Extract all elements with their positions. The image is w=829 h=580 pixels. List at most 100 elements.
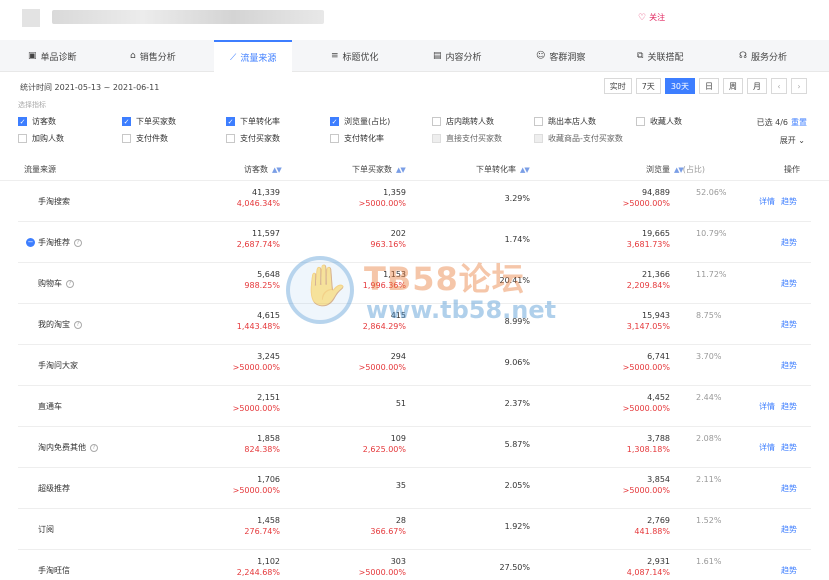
doc-icon: ▤ <box>433 51 442 61</box>
trend-link[interactable]: 趋势 <box>781 319 797 330</box>
chevron-left-icon: ‹ <box>777 81 781 91</box>
help-icon[interactable]: ? <box>74 238 82 247</box>
buyers-cell: 202 963.16% <box>370 229 406 249</box>
visitors-cell: 4,615 1,443.48% <box>236 311 280 331</box>
range-7d[interactable]: 7天 <box>635 78 661 94</box>
checkbox[interactable] <box>636 117 645 126</box>
visitors-cell: 1,102 2,244.68% <box>236 557 280 577</box>
collapse-icon[interactable]: − <box>26 238 35 247</box>
metric-option[interactable]: 店内跳转人数 <box>432 116 494 127</box>
metric-option[interactable]: 跳出本店人数 <box>534 116 596 127</box>
table-header: 流量来源 访客数 ▲▼ 下单买家数 ▲▼ 下单转化率 ▲▼ 浏览量 ▲▼(占比) 操作 <box>0 157 829 181</box>
expand-toggle[interactable]: 展开 ⌄ <box>780 135 805 146</box>
next-period-button[interactable]: › <box>791 78 807 94</box>
detail-link[interactable]: 详情 <box>759 442 775 453</box>
metric-option[interactable]: 支付买家数 <box>226 133 280 144</box>
header-buyers[interactable]: 下单买家数 ▲▼ <box>352 164 406 175</box>
checkbox[interactable]: ✓ <box>226 117 235 126</box>
source-name: 手淘推荐? <box>38 237 82 248</box>
range-week[interactable]: 周 <box>723 78 743 94</box>
checkbox[interactable]: ✓ <box>122 117 131 126</box>
checkbox[interactable] <box>330 134 339 143</box>
checkbox[interactable]: ✓ <box>18 117 27 126</box>
metric-label: 收藏商品-支付买家数 <box>548 134 623 143</box>
checkbox <box>432 134 441 143</box>
source-name: 购物车? <box>38 278 74 289</box>
checkbox[interactable]: ✓ <box>330 117 339 126</box>
pageviews-cell: 6,741 >5000.00% <box>622 352 670 372</box>
header-pageviews[interactable]: 浏览量 ▲▼(占比) <box>646 164 705 175</box>
checkbox[interactable] <box>534 117 543 126</box>
checkbox[interactable] <box>432 117 441 126</box>
trend-link[interactable]: 趋势 <box>781 442 797 453</box>
headset-icon: ☊ <box>739 51 747 61</box>
follow-button[interactable]: ♡ 关注 <box>638 12 665 23</box>
trend-link[interactable]: 趋势 <box>781 565 797 576</box>
tab-related-match[interactable]: ⧉ 关联搭配 <box>637 40 683 72</box>
row-actions: 趋势 <box>781 319 797 330</box>
sort-icon[interactable]: ▲▼ <box>674 166 684 174</box>
source-name: 手淘问大家 <box>38 361 78 370</box>
trend-link[interactable]: 趋势 <box>781 483 797 494</box>
tab-content-analysis[interactable]: ▤ 内容分析 <box>433 40 482 72</box>
trend-link[interactable]: 趋势 <box>781 278 797 289</box>
sort-icon[interactable]: ▲▼ <box>520 166 530 174</box>
range-realtime[interactable]: 实时 <box>603 78 632 94</box>
help-icon[interactable]: ? <box>74 320 82 329</box>
range-month[interactable]: 月 <box>747 78 767 94</box>
source-name: 手淘搜索 <box>38 197 70 206</box>
tab-audience-insight[interactable]: ☺ 客群洞察 <box>536 40 585 72</box>
pageviews-cell: 3,854 >5000.00% <box>622 475 670 495</box>
checkbox[interactable] <box>226 134 235 143</box>
conversion-cell: 2.05% <box>504 481 530 490</box>
follow-label: 关注 <box>649 13 666 22</box>
reset-link[interactable]: 重置 <box>791 118 807 127</box>
metric-option[interactable]: 加购人数 <box>18 133 64 144</box>
time-range-selector: 实时 7天 30天 日 周 月 ‹ › <box>603 78 807 94</box>
tab-product-diagnosis[interactable]: ▣ 单品诊断 <box>28 40 77 72</box>
source-name: 我的淘宝? <box>38 319 82 330</box>
metric-option[interactable]: ✓ 浏览量(占比) <box>330 116 390 127</box>
source-name: 淘内免费其他? <box>38 442 98 453</box>
help-icon[interactable]: ? <box>66 279 74 288</box>
trend-link[interactable]: 趋势 <box>781 401 797 412</box>
visitors-cell: 1,706 >5000.00% <box>232 475 280 495</box>
user-icon: ☺ <box>536 51 546 61</box>
metric-option[interactable]: ✓ 下单转化率 <box>226 116 280 127</box>
share-cell: 11.72% <box>696 270 727 279</box>
row-actions: 详情 趋势 <box>759 196 797 207</box>
link-icon: ⧉ <box>637 51 644 61</box>
sort-icon[interactable]: ▲▼ <box>272 166 282 174</box>
visitors-cell: 41,339 4,046.34% <box>236 188 280 208</box>
trend-link[interactable]: 趋势 <box>781 524 797 535</box>
tab-service-analysis[interactable]: ☊ 服务分析 <box>739 40 787 72</box>
detail-link[interactable]: 详情 <box>759 196 775 207</box>
header-visitors[interactable]: 访客数 ▲▼ <box>244 164 282 175</box>
sort-icon[interactable]: ▲▼ <box>396 166 406 174</box>
tab-sales-analysis[interactable]: ⌂ 销售分析 <box>130 40 176 72</box>
range-day[interactable]: 日 <box>699 78 719 94</box>
tab-title-optimize[interactable]: ≡ 标题优化 <box>331 40 379 72</box>
trend-link[interactable]: 趋势 <box>781 237 797 248</box>
prev-period-button[interactable]: ‹ <box>771 78 787 94</box>
tab-traffic-source[interactable]: ⟋ 流量来源 <box>214 40 293 73</box>
checkbox[interactable] <box>18 134 27 143</box>
range-30d[interactable]: 30天 <box>664 78 695 94</box>
chevron-right-icon: › <box>797 81 801 91</box>
metric-option[interactable]: 支付转化率 <box>330 133 384 144</box>
detail-link[interactable]: 详情 <box>759 401 775 412</box>
metric-option[interactable]: 收藏人数 <box>636 116 682 127</box>
share-cell: 2.44% <box>696 393 722 402</box>
header-source: 流量来源 <box>24 165 56 174</box>
metric-option[interactable]: ✓ 下单买家数 <box>122 116 176 127</box>
checkbox[interactable] <box>122 134 131 143</box>
trend-link[interactable]: 趋势 <box>781 196 797 207</box>
help-icon[interactable]: ? <box>90 443 98 452</box>
trend-link[interactable]: 趋势 <box>781 360 797 371</box>
header-conversion[interactable]: 下单转化率 ▲▼ <box>476 164 530 175</box>
metric-option[interactable]: 支付件数 <box>122 133 168 144</box>
metric-label: 加购人数 <box>32 134 64 143</box>
checkbox <box>534 134 543 143</box>
metric-option[interactable]: ✓ 访客数 <box>18 116 56 127</box>
share-cell: 2.11% <box>696 475 722 484</box>
